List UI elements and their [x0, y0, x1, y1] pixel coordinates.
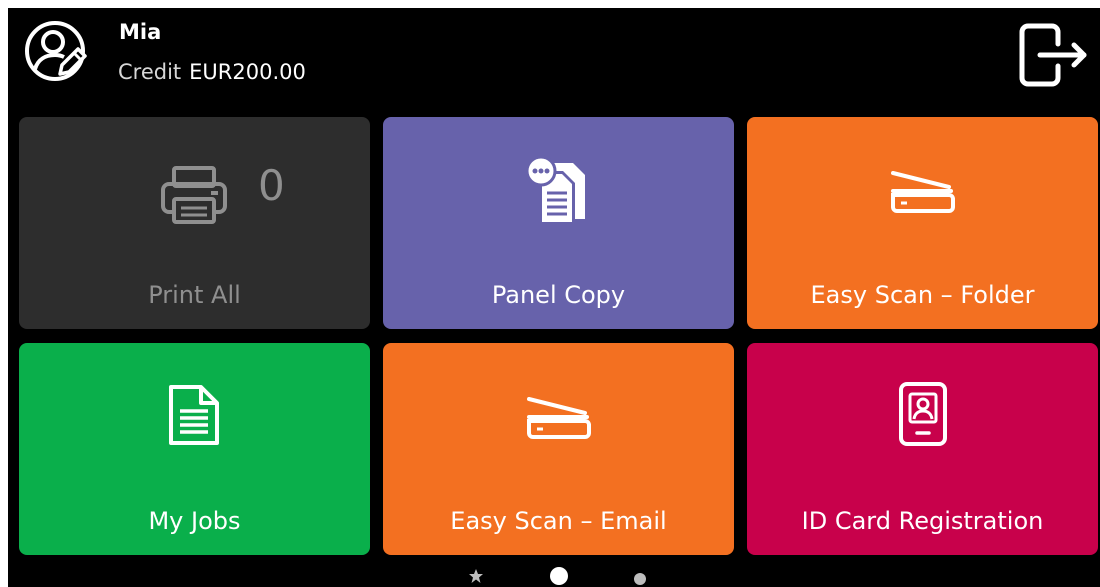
scanner-icon [525, 395, 593, 445]
credit-label: Credit [118, 60, 182, 84]
tile-label: Panel Copy [491, 281, 626, 309]
tile-id-card-registration[interactable]: ID Card Registration [747, 343, 1098, 555]
printer-icon [160, 165, 228, 229]
tile-label: Easy Scan – Folder [810, 281, 1035, 309]
page-dot-current[interactable] [549, 566, 569, 587]
tile-my-jobs[interactable]: My Jobs [19, 343, 370, 555]
tile-label: Easy Scan – Email [450, 507, 667, 535]
user-name: Mia [119, 20, 162, 44]
credit-info: Credit EUR200.00 [118, 60, 306, 84]
credit-value: EUR200.00 [189, 60, 306, 84]
copy-documents-icon [525, 155, 591, 229]
printer-panel-screen: Mia Credit EUR200.00 0 Print All Panel C… [8, 8, 1100, 587]
tile-print-all[interactable]: 0 Print All [19, 117, 370, 329]
logout-icon[interactable] [1018, 22, 1090, 88]
tile-panel-copy[interactable]: Panel Copy [383, 117, 734, 329]
user-edit-icon[interactable] [24, 20, 88, 84]
header: Mia Credit EUR200.00 [8, 8, 1100, 108]
tile-easy-scan-folder[interactable]: Easy Scan – Folder [747, 117, 1098, 329]
tile-label: Print All [148, 281, 241, 309]
page-dot[interactable] [634, 570, 646, 587]
document-icon [167, 383, 221, 451]
scanner-icon [889, 169, 957, 219]
tile-label: ID Card Registration [801, 507, 1044, 535]
print-job-count: 0 [258, 161, 285, 210]
page-indicator [8, 564, 1100, 587]
star-icon[interactable] [468, 568, 484, 587]
tile-easy-scan-email[interactable]: Easy Scan – Email [383, 343, 734, 555]
id-card-icon [898, 381, 948, 451]
tile-label: My Jobs [148, 507, 241, 535]
